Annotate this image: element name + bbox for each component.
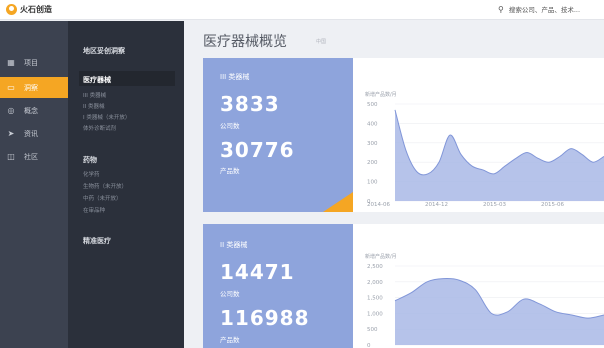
main-content: 医疗器械概览 中国 III 类器械 3833 公司数 30776 产品数 新增产… xyxy=(184,21,604,348)
sidebar: ▦ 项目 ▭ 洞察 ◎ 概念 ➤ 资讯 ◫ 社区 xyxy=(0,21,68,348)
send-icon: ➤ xyxy=(7,129,15,138)
company-count: 3833 xyxy=(220,92,280,116)
sidebar-item-concepts[interactable]: ◎ 概念 xyxy=(0,100,68,121)
subnav-item-biologic[interactable]: 生物药（未开放） xyxy=(83,182,127,190)
y-tick-label: 2,500 xyxy=(367,264,383,270)
sidebar-item-community[interactable]: ◫ 社区 xyxy=(0,146,68,167)
sidebar-item-label: 概念 xyxy=(24,106,38,115)
y-tick-label: 400 xyxy=(367,121,378,127)
search-box[interactable]: ⚲ 搜索公司、产品、技术... xyxy=(498,4,580,15)
app-name: 火石创造 xyxy=(20,5,52,14)
stat-card-class2: II 类器械 14471 公司数 116988 产品数 新增产品数/月 2,500… xyxy=(203,224,604,348)
y-axis-title: 新增产品数/月 xyxy=(365,253,397,260)
subnav-content: 医疗器械 III 类器械 II 类器械 I 类器械（未开放） 体外诊断试剂 药物… xyxy=(68,0,184,348)
area-chart-class3: 新增产品数/月50040030020010002014-06 2014-12 201… xyxy=(365,91,604,208)
y-tick-label: 0 xyxy=(367,343,371,348)
sidebar-item-news[interactable]: ➤ 资讯 xyxy=(0,123,68,144)
subnav-item-class3[interactable]: III 类器械 xyxy=(83,91,106,99)
org-chart-icon: ▦ xyxy=(7,58,15,67)
y-axis-title: 新增产品数/月 xyxy=(365,91,397,98)
x-tick-label: 2014-12 xyxy=(425,202,448,208)
product-count-label: 产品数 xyxy=(220,336,240,344)
series-area xyxy=(395,278,604,345)
y-tick-label: 200 xyxy=(367,160,378,166)
product-count: 30776 xyxy=(220,138,295,162)
subnav-item-chemical[interactable]: 化学药 xyxy=(83,170,100,178)
target-icon: ◎ xyxy=(7,106,15,115)
product-count-label: 产品数 xyxy=(220,167,240,175)
sidebar-item-label: 洞察 xyxy=(24,83,38,92)
stat-class-label: II 类器械 xyxy=(220,241,248,249)
subnav-item-medical-devices[interactable]: 医疗器械 xyxy=(83,75,111,85)
y-tick-label: 1,500 xyxy=(367,296,383,302)
y-tick-label: 300 xyxy=(367,141,378,147)
stat-panel: II 类器械 14471 公司数 116988 产品数 xyxy=(203,224,353,348)
stat-panel: III 类器械 3833 公司数 30776 产品数 xyxy=(203,58,353,212)
company-count: 14471 xyxy=(220,260,295,284)
sidebar-item-label: 社区 xyxy=(24,152,38,161)
page-title: 医疗器械概览 xyxy=(203,34,287,50)
chat-icon: ◫ xyxy=(7,152,15,161)
sidebar-item-insight[interactable]: ▭ 洞察 xyxy=(0,77,68,98)
x-tick-label: 2015-06 xyxy=(541,202,564,208)
sidebar-item-label: 资讯 xyxy=(24,129,38,138)
y-tick-label: 1,000 xyxy=(367,311,383,317)
search-icon[interactable]: ⚲ xyxy=(498,5,504,14)
product-count: 116988 xyxy=(220,306,310,330)
y-tick-label: 2,000 xyxy=(367,280,383,286)
sidebar-item-projects[interactable]: ▦ 项目 xyxy=(0,52,68,73)
corner-accent xyxy=(323,192,353,212)
subnav-item-under-review[interactable]: 在审品种 xyxy=(83,206,105,214)
app-logo[interactable]: 火石创造 xyxy=(6,4,52,15)
area-chart-class2: 新增产品数/月 2,500 2,000 1,500 1,000 500 0 xyxy=(365,253,604,348)
subnav-section-drugs[interactable]: 药物 xyxy=(83,155,97,165)
y-tick-label: 500 xyxy=(367,327,378,333)
page-subtitle: 中国 xyxy=(316,39,327,45)
monitor-icon: ▭ xyxy=(7,83,15,92)
subnav-item-class1[interactable]: I 类器械（未开放） xyxy=(83,113,130,121)
x-tick-label: 2014-06 xyxy=(367,202,390,208)
sidebar-item-label: 项目 xyxy=(24,58,38,67)
stat-card-class3: III 类器械 3833 公司数 30776 产品数 新增产品数/月 500 400… xyxy=(203,58,604,212)
company-count-label: 公司数 xyxy=(220,290,240,298)
subnav-item-tcm[interactable]: 中药（未开放） xyxy=(83,194,122,202)
y-tick-label: 100 xyxy=(367,180,378,186)
subnav-item-ivd[interactable]: 体外诊断试剂 xyxy=(83,124,116,132)
subnav-item-class2[interactable]: II 类器械 xyxy=(83,102,105,110)
search-placeholder[interactable]: 搜索公司、产品、技术... xyxy=(509,4,580,14)
stat-class-label: III 类器械 xyxy=(220,73,250,81)
logo-icon xyxy=(6,4,17,15)
company-count-label: 公司数 xyxy=(220,122,240,130)
y-tick-label: 500 xyxy=(367,102,378,108)
subnav-section-precision[interactable]: 精准医疗 xyxy=(83,236,111,246)
x-tick-label: 2015-03 xyxy=(483,202,506,208)
